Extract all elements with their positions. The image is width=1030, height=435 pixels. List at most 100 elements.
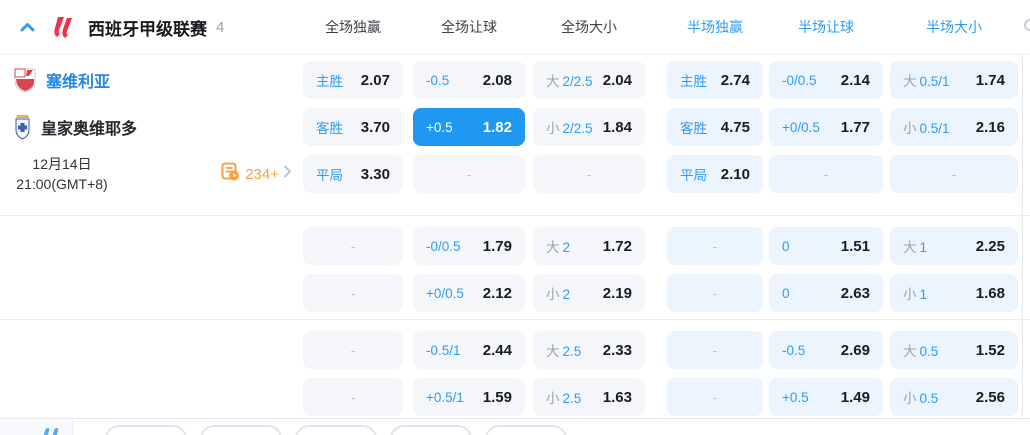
odds-cell[interactable]: 大 0.5/1 1.74: [890, 61, 1018, 99]
spacer-panel: [0, 331, 300, 416]
more-markets-count: 234+: [245, 165, 279, 183]
column-header-ht-overunder[interactable]: 半场大小: [890, 17, 1018, 37]
odds-cell[interactable]: 平局 3.30: [303, 155, 403, 193]
odds-value: 4.75: [720, 118, 750, 136]
odds-selection-label: 客胜: [680, 121, 707, 136]
no-odds-dash: -: [350, 389, 356, 405]
odds-cell[interactable]: 小 0.5/1 2.16: [890, 108, 1018, 146]
markets-list-icon: [221, 162, 240, 186]
over-under-prefix: 小: [903, 391, 917, 406]
over-under-prefix: 小: [546, 121, 560, 136]
odds-selection-label: -0.5: [782, 342, 806, 358]
match-date: 12月14日: [32, 156, 92, 172]
odds-cell[interactable]: 客胜 4.75: [667, 108, 763, 146]
odds-cell[interactable]: 客胜 3.70: [303, 108, 403, 146]
over-under-prefix: 小: [903, 287, 917, 302]
odds-cell[interactable]: -0.5 2.69: [769, 331, 883, 369]
odds-selection-label: 0: [782, 285, 790, 301]
odds-cell[interactable]: -0/0.5 2.14: [769, 61, 883, 99]
odds-cell[interactable]: 主胜 2.74: [667, 61, 763, 99]
odds-selection-label: 小1: [903, 287, 928, 302]
odds-cell[interactable]: 小 2.5 1.63: [533, 378, 645, 416]
odds-cell[interactable]: 0 2.63: [769, 274, 883, 312]
column-header-ft-handicap[interactable]: 全场让球: [413, 17, 525, 37]
odds-cell[interactable]: +0.5 1.82: [413, 108, 525, 146]
odds-cell[interactable]: -0/0.5 1.79: [413, 227, 525, 265]
odds-value: 2.16: [975, 118, 1005, 136]
odds-selection-label: 大 2/2.5: [546, 74, 593, 89]
column-header-ht-1x2[interactable]: 半场独赢: [667, 17, 763, 37]
odds-cell-empty: -: [303, 274, 403, 312]
filter-pill[interactable]: [200, 425, 282, 435]
odds-cell-empty: -: [890, 155, 1018, 193]
odds-selection-label: 小 2/2.5: [546, 121, 593, 136]
filter-pill[interactable]: [295, 425, 377, 435]
odds-selection-label: 0: [782, 238, 790, 254]
odds-cell[interactable]: 平局 2.10: [667, 155, 763, 193]
odds-cell[interactable]: +0.5/1 1.59: [413, 378, 525, 416]
odds-selection-label: 平局: [316, 168, 343, 183]
more-markets-button[interactable]: 234+: [221, 162, 292, 186]
odds-value: 2.10: [720, 165, 750, 183]
odds-cell[interactable]: 小 2 2.19: [533, 274, 645, 312]
filter-pill[interactable]: [485, 425, 567, 435]
odds-selection-label: 大2: [546, 240, 571, 255]
odds-cell[interactable]: +0/0.5 2.12: [413, 274, 525, 312]
odds-cell[interactable]: +0.5 1.49: [769, 378, 883, 416]
odds-value: 2.33: [602, 341, 632, 359]
odds-selection-label: -0.5/1: [426, 342, 461, 358]
odds-cell-empty: -: [533, 155, 645, 193]
odds-selection-label: 主胜: [316, 74, 343, 89]
filter-pill[interactable]: [105, 425, 187, 435]
odds-cell-empty: -: [303, 378, 403, 416]
odds-row: - -0.5/1 2.44 大 2.5 2.33 - -0.5 2.69 大 0.5 1.52: [300, 331, 1030, 369]
away-team-crest-icon: [13, 114, 32, 140]
odds-value: 1.77: [840, 118, 870, 136]
odds-value: 3.70: [360, 118, 390, 136]
league-title[interactable]: 西班牙甲级联赛: [88, 15, 207, 40]
odds-value: 2.04: [602, 71, 632, 89]
next-section-tab: [0, 419, 73, 435]
league-match-count: 4: [216, 18, 225, 36]
odds-selection-label: -0.5: [426, 72, 450, 88]
odds-value: 1.82: [482, 118, 512, 136]
odds-cell[interactable]: 大 2/2.5 2.04: [533, 61, 645, 99]
no-odds-dash: -: [350, 342, 356, 358]
odds-value: 1.68: [975, 284, 1005, 302]
odds-cell[interactable]: 主胜 2.07: [303, 61, 403, 99]
odds-cell[interactable]: 小 0.5 2.56: [890, 378, 1018, 416]
odds-cell[interactable]: 大 0.5 1.52: [890, 331, 1018, 369]
odds-cell-empty: -: [667, 378, 763, 416]
odds-value: 2.08: [482, 71, 512, 89]
collapse-chevron-up-icon[interactable]: [20, 22, 35, 32]
home-team-row: 塞维利亚: [0, 61, 300, 99]
match-info: 塞维利亚 皇家奥维耶多 12月14日 21:00(GMT+8) 234+: [0, 61, 300, 202]
odds-selection-label: 大 0.5: [903, 344, 939, 359]
odds-selection-label: +0/0.5: [426, 285, 464, 301]
column-header-ft-overunder[interactable]: 全场大小: [533, 17, 645, 37]
odds-cell[interactable]: 大 2.5 2.33: [533, 331, 645, 369]
odds-cell[interactable]: +0/0.5 1.77: [769, 108, 883, 146]
odds-row: - -0/0.5 1.79 大 2 1.72-0 1.51 大 1 2.25: [300, 227, 1030, 265]
filter-pill[interactable]: [390, 425, 472, 435]
odds-selection-label: 大1: [903, 240, 928, 255]
odds-cell-empty: -: [667, 274, 763, 312]
odds-cell[interactable]: 大 1 2.25: [890, 227, 1018, 265]
odds-value: 2.74: [720, 71, 750, 89]
odds-cell[interactable]: -0.5/1 2.44: [413, 331, 525, 369]
league-header: 西班牙甲级联赛 4 全场独赢 全场让球 全场大小 半场独赢 半场让球 半场大小: [0, 0, 1030, 55]
column-header-ht-handicap[interactable]: 半场让球: [769, 17, 883, 37]
odds-selection-label: 小 0.5: [903, 391, 939, 406]
odds-value: 2.19: [602, 284, 632, 302]
odds-cell[interactable]: 小 2/2.5 1.84: [533, 108, 645, 146]
column-header-ft-1x2[interactable]: 全场独赢: [303, 17, 403, 37]
odds-value: 2.25: [975, 237, 1005, 255]
odds-cell[interactable]: 小 1 1.68: [890, 274, 1018, 312]
odds-row: - +0/0.5 2.12 小 2 2.19-0 2.63 小 1 1.68: [300, 274, 1030, 312]
no-odds-dash: -: [350, 285, 356, 301]
spacer-panel: [0, 227, 300, 312]
odds-cell-empty: -: [667, 227, 763, 265]
odds-cell[interactable]: -0.5 2.08: [413, 61, 525, 99]
odds-cell[interactable]: 0 1.51: [769, 227, 883, 265]
odds-cell[interactable]: 大 2 1.72: [533, 227, 645, 265]
